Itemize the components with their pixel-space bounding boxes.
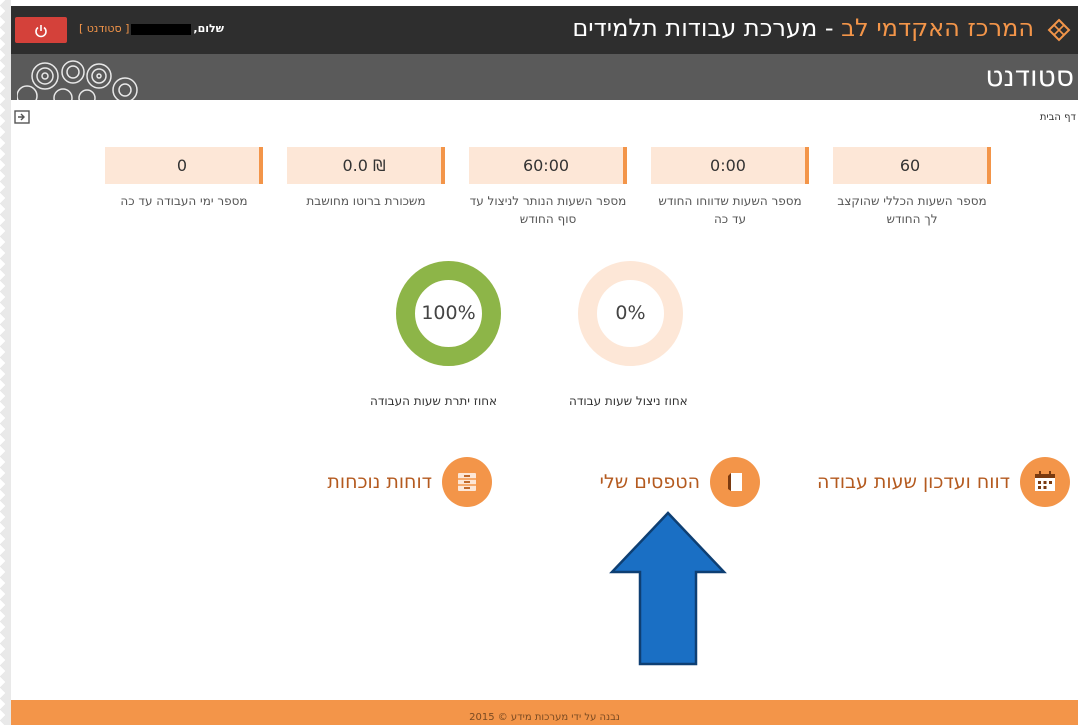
nav-attendance-reports[interactable]: דוחות נוכחות xyxy=(327,457,492,507)
nav-attendance-reports-icon-circle xyxy=(442,457,492,507)
user-name-redacted xyxy=(131,23,192,35)
nav-report-hours[interactable]: דווח ועדכון שעות עבודה xyxy=(817,457,1070,507)
annotation-arrow-icon xyxy=(609,511,727,666)
remaining-donut-value: 100% xyxy=(421,302,476,324)
stat-total-hours-label: מספר השעות הכללי שהוקצב לך החודש xyxy=(837,194,987,226)
nav-my-forms[interactable]: הטפסים שלי xyxy=(600,457,760,507)
collapse-sidebar-icon[interactable] xyxy=(14,110,30,124)
page-header-bar: סטודנט xyxy=(11,54,1078,100)
stat-gross-salary-value: 0.0 ₪ xyxy=(287,147,445,184)
nav-my-forms-label[interactable]: הטפסים שלי xyxy=(600,471,700,493)
stat-reported-hours-value: 0:00 xyxy=(651,147,809,184)
usage-donut-caption: אחוז ניצול שעות עבודה xyxy=(569,394,688,408)
stat-work-days-value: 0 xyxy=(105,147,263,184)
power-icon xyxy=(35,24,47,37)
stat-gross-salary: 0.0 ₪ משכורת ברוטו מחושבת xyxy=(287,147,445,210)
swirl-decoration-icon xyxy=(17,60,138,100)
nav-my-forms-icon-circle xyxy=(710,457,760,507)
app-title-system: - מערכת עבודות תלמידים xyxy=(572,14,842,42)
usage-donut-value: 0% xyxy=(615,302,646,324)
stat-work-days-label: מספר ימי העבודה עד כה xyxy=(120,194,248,208)
footer-copyright: נבנה על ידי מערכות מידע © 2015 xyxy=(469,712,620,723)
top-bar: שלום, [ סטודנט ] המרכז האקדמי לב - מערכת … xyxy=(11,6,1078,54)
nav-report-hours-label[interactable]: דווח ועדכון שעות עבודה xyxy=(817,471,1010,493)
archive-icon xyxy=(458,473,476,491)
user-role: [ סטודנט ] xyxy=(79,22,130,35)
app-title-brand: המרכז האקדמי לב xyxy=(841,14,1034,42)
stat-gross-salary-label: משכורת ברוטו מחושבת xyxy=(306,194,426,208)
stat-total-hours-value: 60 xyxy=(833,147,991,184)
user-info: שלום, [ סטודנט ] xyxy=(79,22,224,35)
app-title: המרכז האקדמי לב - מערכת עבודות תלמידים xyxy=(572,14,1034,42)
stat-remaining-hours-label: מספר השעות הנותר לניצול עד סוף החודש xyxy=(469,194,627,226)
stat-remaining-hours-value: 60:00 xyxy=(469,147,627,184)
usage-donut: 0% xyxy=(578,261,683,366)
remaining-donut: 100% xyxy=(396,261,501,366)
user-greeting: שלום, xyxy=(193,22,225,35)
breadcrumb[interactable]: דף הבית xyxy=(1040,112,1076,123)
nav-report-hours-icon-circle xyxy=(1020,457,1070,507)
stat-reported-hours-label: מספר השעות שדווחו החודש עד כה xyxy=(658,194,802,226)
stat-reported-hours: 0:00 מספר השעות שדווחו החודש עד כה xyxy=(651,147,809,228)
footer: נבנה על ידי מערכות מידע © 2015 xyxy=(11,700,1078,725)
document-icon xyxy=(728,473,742,491)
stat-total-hours: 60 מספר השעות הכללי שהוקצב לך החודש xyxy=(833,147,991,228)
page-title: סטודנט xyxy=(985,60,1074,93)
calendar-icon xyxy=(1035,471,1055,491)
stat-remaining-hours: 60:00 מספר השעות הנותר לניצול עד סוף החו… xyxy=(469,147,627,228)
page-edge-decoration xyxy=(0,0,11,725)
logout-button[interactable] xyxy=(15,17,67,43)
stat-work-days: 0 מספר ימי העבודה עד כה xyxy=(105,147,263,210)
remaining-donut-caption: אחוז יתרת שעות העבודה xyxy=(370,394,498,408)
nav-attendance-reports-label[interactable]: דוחות נוכחות xyxy=(327,471,432,493)
logo-icon xyxy=(1047,18,1071,42)
